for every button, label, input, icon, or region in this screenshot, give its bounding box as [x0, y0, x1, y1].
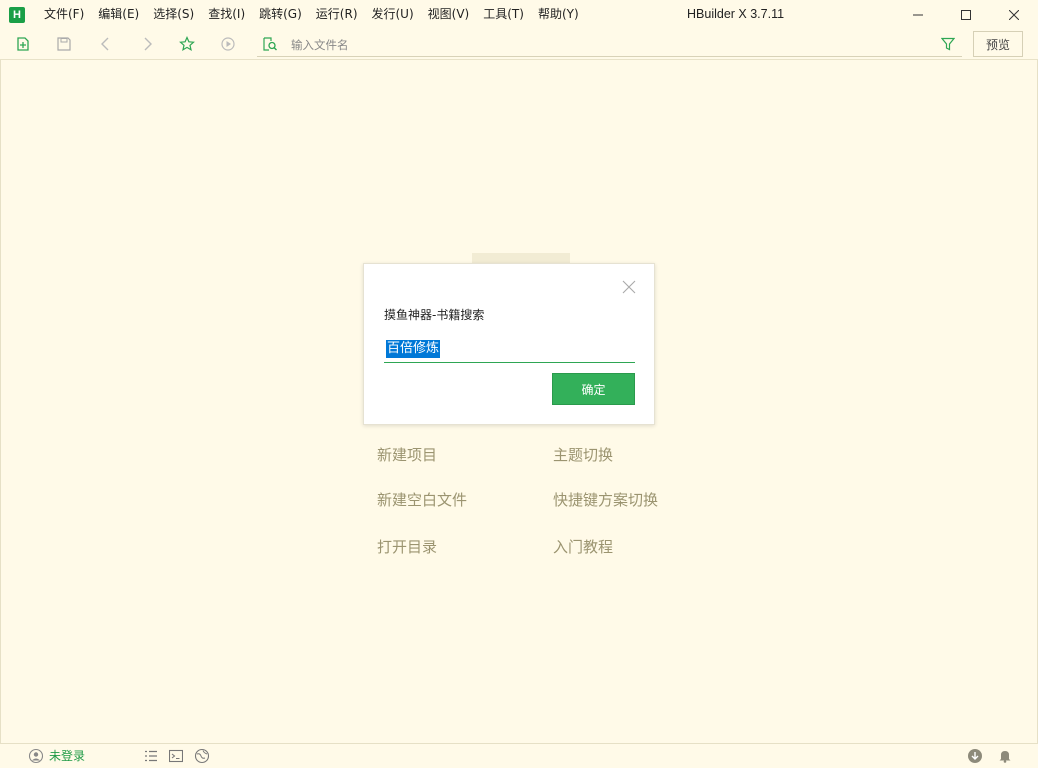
menu-edit[interactable]: 编辑(E) — [91, 0, 146, 29]
new-blank-file-link[interactable]: 新建空白文件 — [377, 490, 467, 510]
new-project-link[interactable]: 新建项目 — [377, 445, 437, 465]
file-search-input[interactable] — [291, 36, 911, 54]
menu-tools[interactable]: 工具(T) — [476, 0, 531, 29]
close-window-button[interactable] — [990, 0, 1038, 29]
confirm-button[interactable]: 确定 — [552, 373, 635, 405]
menu-run[interactable]: 运行(R) — [309, 0, 365, 29]
file-search-bar — [257, 33, 962, 57]
outline-button[interactable] — [143, 748, 159, 764]
book-search-input[interactable]: 百倍修炼 — [384, 337, 635, 363]
minimize-icon — [913, 14, 923, 15]
minimize-button[interactable] — [894, 0, 942, 29]
search-file-icon — [263, 37, 277, 51]
user-icon — [28, 748, 44, 764]
terminal-button[interactable] — [168, 748, 184, 764]
new-file-button[interactable] — [15, 36, 31, 52]
open-directory-link[interactable]: 打开目录 — [377, 537, 437, 557]
menu-goto[interactable]: 跳转(G) — [252, 0, 309, 29]
tutorial-link[interactable]: 入门教程 — [553, 537, 613, 557]
dialog-title: 摸鱼神器-书籍搜索 — [384, 308, 485, 322]
notification-button[interactable] — [997, 748, 1013, 764]
theme-switch-link[interactable]: 主题切换 — [553, 445, 613, 465]
title-bar: H 文件(F) 编辑(E) 选择(S) 查找(I) 跳转(G) 运行(R) 发行… — [0, 0, 1038, 29]
user-button[interactable] — [28, 748, 44, 764]
app-logo-icon: H — [9, 6, 25, 23]
new-file-icon — [17, 37, 29, 51]
favorite-star-icon — [179, 36, 195, 52]
book-search-input-value: 百倍修炼 — [386, 340, 441, 358]
download-button[interactable] — [967, 748, 983, 764]
book-search-dialog: 摸鱼神器-书籍搜索 百倍修炼 确定 — [363, 263, 655, 425]
login-status[interactable]: 未登录 — [49, 748, 85, 764]
run-button[interactable] — [220, 36, 236, 52]
status-bar: 未登录 — [0, 743, 1038, 768]
download-icon — [968, 749, 982, 763]
list-icon — [145, 750, 157, 762]
preview-button[interactable]: 预览 — [973, 31, 1023, 57]
favorite-button[interactable] — [179, 36, 195, 52]
back-button[interactable] — [98, 36, 114, 52]
terminal-icon — [169, 749, 183, 763]
back-icon — [101, 37, 109, 51]
window-title: HBuilder X 3.7.11 — [687, 7, 785, 21]
keymap-switch-link[interactable]: 快捷键方案切换 — [553, 490, 658, 510]
menu-find[interactable]: 查找(I) — [201, 0, 252, 29]
menu-help[interactable]: 帮助(Y) — [531, 0, 586, 29]
window-controls — [894, 0, 1038, 29]
dialog-close-icon[interactable] — [622, 280, 636, 294]
plugin-button[interactable] — [194, 748, 210, 764]
close-icon — [1009, 9, 1019, 20]
toolbar: 预览 — [0, 29, 1038, 60]
save-icon — [57, 37, 71, 51]
maximize-icon — [961, 9, 971, 20]
save-button[interactable] — [56, 36, 72, 52]
bell-icon — [999, 751, 1011, 763]
menu-view[interactable]: 视图(V) — [421, 0, 477, 29]
menu-publish[interactable]: 发行(U) — [365, 0, 421, 29]
forward-button[interactable] — [139, 36, 155, 52]
forward-icon — [144, 37, 152, 51]
run-icon — [221, 37, 235, 51]
filter-icon[interactable] — [941, 37, 955, 51]
menu-file[interactable]: 文件(F) — [37, 0, 91, 29]
menu-select[interactable]: 选择(S) — [146, 0, 201, 29]
menu-bar: 文件(F) 编辑(E) 选择(S) 查找(I) 跳转(G) 运行(R) 发行(U… — [37, 0, 586, 29]
plugin-icon — [194, 748, 210, 764]
maximize-button[interactable] — [942, 0, 990, 29]
